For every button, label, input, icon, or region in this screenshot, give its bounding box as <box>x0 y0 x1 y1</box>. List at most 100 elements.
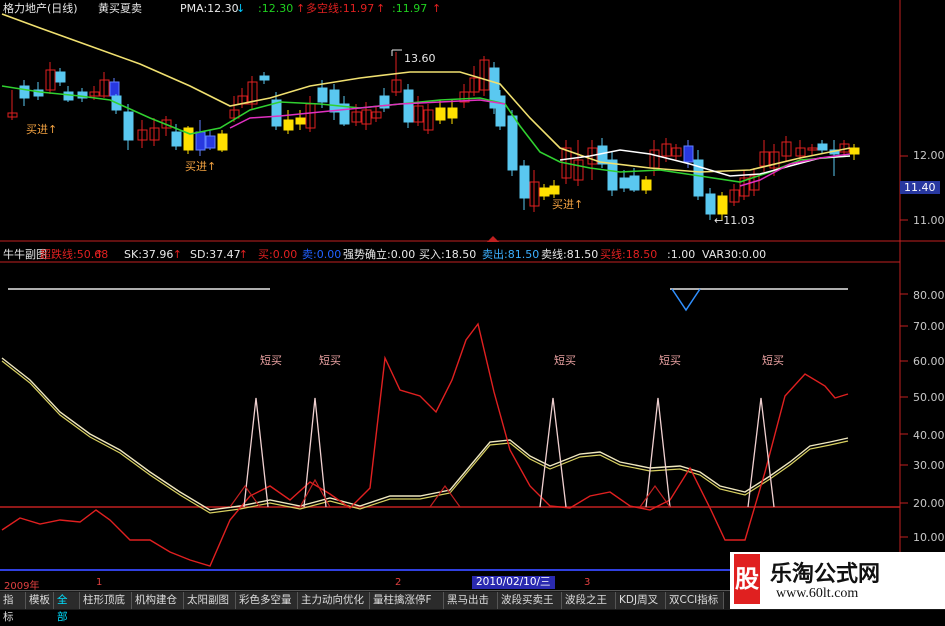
indicator-tab[interactable]: 太阳副图 <box>184 592 236 609</box>
duokong-value: 多空线:11.97 <box>306 2 375 15</box>
candle-body <box>55 71 66 83</box>
candle-body <box>19 85 30 99</box>
price-label: 12.00 <box>913 149 945 162</box>
sub-axis-label: 40.00 <box>913 429 945 442</box>
date-label: 1 <box>96 577 103 588</box>
indicator-tab[interactable]: 波段买卖王 <box>498 592 562 609</box>
indicator-tab[interactable]: 全部 <box>54 592 80 623</box>
candle-body <box>329 89 340 113</box>
candle-body <box>403 89 414 123</box>
sub-axis-label: 20.00 <box>913 497 945 510</box>
pma-arrow-icon: ↓ <box>236 2 246 15</box>
indicator-tab[interactable]: 彩色多空量 <box>236 592 298 609</box>
sub-indicator-value: :1.00 <box>667 248 696 261</box>
sub-indicator-value: 买:0.00 <box>258 248 298 261</box>
short-buy-label: 短买 <box>659 354 681 367</box>
indicator-tab[interactable]: 机构建仓 <box>132 592 184 609</box>
candle-body <box>259 75 270 81</box>
sub-axis-label: 60.00 <box>913 355 945 368</box>
sub-axis-label: 70.00 <box>913 320 945 333</box>
formula-name: 黄买夏卖 <box>98 2 142 15</box>
candle-body <box>171 131 182 147</box>
sub-axis-label: 80.00 <box>913 289 945 302</box>
candle-body <box>549 185 560 195</box>
candle-body <box>619 177 630 189</box>
low-price-label: ←11.03 <box>714 214 755 227</box>
buy-signal-label: 买进↑ <box>26 123 58 136</box>
current-price-label: 11.40 <box>900 181 940 194</box>
up-arrow-icon: ↑ <box>172 248 183 261</box>
price-label: 11.00 <box>913 214 945 227</box>
sub-axis-label: 50.00 <box>913 391 945 404</box>
sd-line <box>1 360 849 514</box>
short-buy-label: 短买 <box>319 354 341 367</box>
candle-body <box>507 115 518 171</box>
candle-body <box>495 95 506 127</box>
sub-axis-label: 30.00 <box>913 459 945 472</box>
ma2-arrow-icon: ↑ <box>296 2 306 15</box>
indicator-tab[interactable]: 指标 <box>0 592 26 623</box>
ma2-value: :12.30 <box>258 2 294 15</box>
sk-line <box>1 357 849 511</box>
candle-body <box>519 165 530 199</box>
buy-signal-label: 买进↑ <box>185 160 217 173</box>
watermark: 股 乐淘公式网 www.60lt.com <box>730 552 945 609</box>
candle-body <box>849 147 860 155</box>
indicator-tab[interactable]: 模板 <box>26 592 54 609</box>
sub-indicator-value: 卖:0.00 <box>302 248 342 261</box>
candle-body <box>447 107 458 119</box>
scroll-marker-icon <box>487 236 499 242</box>
ma4-arrow-icon: ↑ <box>432 2 442 15</box>
candle-body <box>283 119 294 131</box>
sub-indicator-value: 买入:18.50 <box>419 248 477 261</box>
sub-indicator-header: 牛牛副图 超跌线:50.68 ↑ SK:37.96 ↑ SD:37.47 ↑ 买:0.00 卖… <box>0 248 900 262</box>
sell-signal-mark <box>671 288 701 312</box>
ma-line-yellow <box>1 13 851 173</box>
indicator-tab[interactable]: 双CCI指标 <box>666 592 724 609</box>
date-label: 2 <box>395 577 402 588</box>
candle-body <box>683 145 694 163</box>
candle-body <box>817 143 828 151</box>
candle-body <box>317 87 328 103</box>
sub-axis-label: 10.00 <box>913 531 945 544</box>
up-arrow-icon: ↑ <box>238 248 249 261</box>
sub-indicator-value: VAR30:0.00 <box>702 248 767 261</box>
stock-chart-canvas[interactable] <box>0 0 945 609</box>
candle-body <box>717 195 728 215</box>
watermark-url: www.60lt.com <box>776 586 859 601</box>
indicator-tab[interactable]: KDJ周叉 <box>616 592 666 609</box>
short-buy-spike <box>539 397 567 508</box>
chart-stage[interactable]: 格力地产(日线) 黄买夏卖 PMA:12.30 ↓ :12.30 ↑ 多空线:1… <box>0 0 945 623</box>
candle-body <box>205 135 216 149</box>
candle-body <box>217 133 228 151</box>
indicator-tab[interactable]: 主力动向优化 <box>298 592 370 609</box>
selected-date[interactable]: 2010/02/10/三 <box>472 576 555 589</box>
candle-body <box>539 187 550 197</box>
watermark-logo: 股 <box>734 554 760 604</box>
indicator-tab[interactable]: 柱形顶底 <box>80 592 132 609</box>
short-buy-label: 短买 <box>554 354 576 367</box>
candle-body <box>63 91 74 101</box>
oversold-line <box>1 322 849 567</box>
sub-indicator-value: 卖线:81.50 <box>541 248 599 261</box>
candle-body <box>629 175 640 191</box>
short-buy-spike <box>303 397 327 508</box>
indicator-tab[interactable]: 波段之王 <box>562 592 616 609</box>
watermark-name: 乐淘公式网 <box>770 562 881 587</box>
pma-value: PMA:12.30 <box>180 2 239 15</box>
indicator-tab[interactable]: 量柱擒涨停F <box>370 592 444 609</box>
short-buy-label: 短买 <box>762 354 784 367</box>
date-label: 3 <box>584 577 591 588</box>
sub-indicator-value: SD:37.47 <box>190 248 241 261</box>
duokong-arrow-icon: ↑ <box>376 2 386 15</box>
ma4-value: :11.97 <box>392 2 428 15</box>
stock-title: 格力地产(日线) <box>3 2 78 15</box>
high-price-label: 13.60 <box>404 52 436 65</box>
sub-indicator-value: 强势确立:0.00 <box>343 248 416 261</box>
short-buy-base <box>639 484 671 508</box>
indicator-tab[interactable]: 黑马出击 <box>444 592 498 609</box>
sub-indicator-value: 卖出:81.50 <box>482 248 540 261</box>
sub-indicator-value: SK:37.96 <box>124 248 174 261</box>
buy-signal-label: 买进↑ <box>552 198 584 211</box>
candle-body <box>109 81 120 97</box>
